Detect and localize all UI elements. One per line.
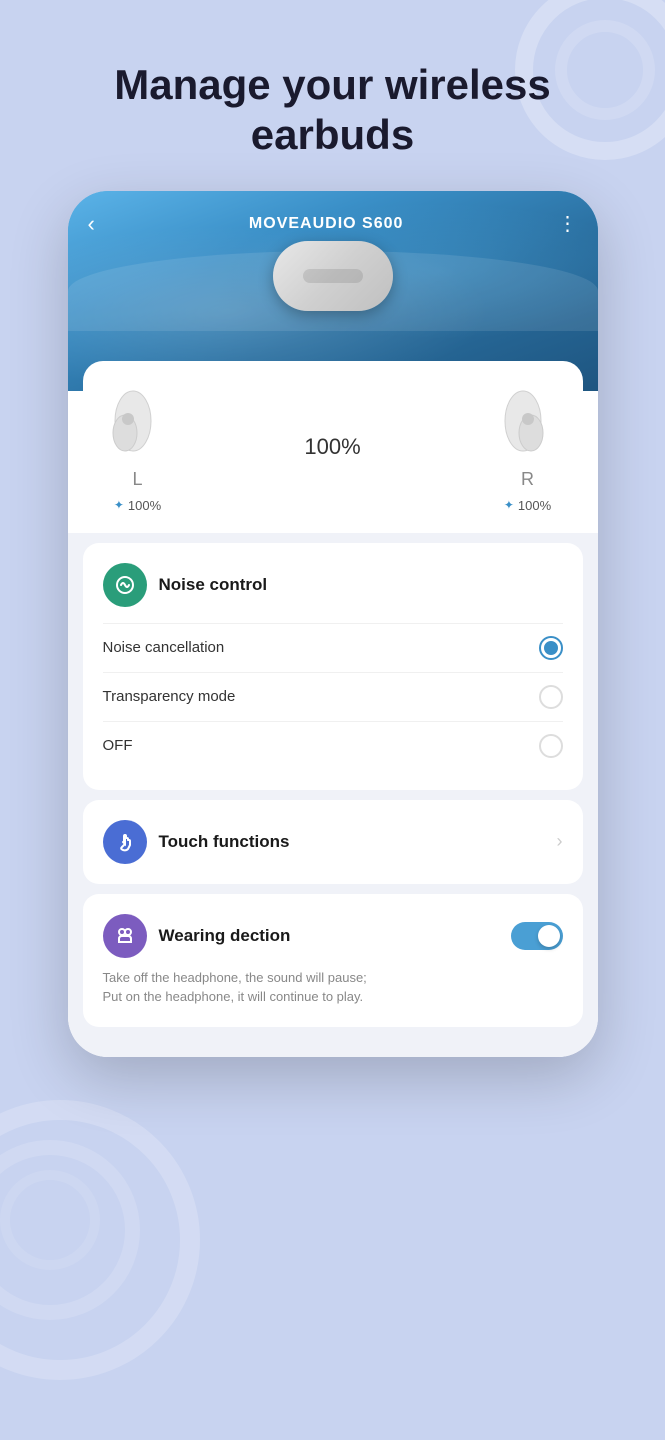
- wearing-detection-card: Wearing dection Take off the headphone, …: [83, 894, 583, 1027]
- noise-cancellation-label: Noise cancellation: [103, 639, 225, 656]
- wearing-icon-svg: [114, 925, 136, 947]
- back-button[interactable]: ‹: [88, 211, 95, 237]
- earbuds-case: [268, 241, 398, 331]
- touch-functions-icon: [103, 820, 147, 864]
- wearing-detection-icon: [103, 914, 147, 958]
- title-section: Manage your wireless earbuds: [0, 0, 665, 191]
- radio-off[interactable]: OFF: [103, 721, 563, 770]
- noise-control-card: Noise control Noise cancellation Transpa…: [83, 543, 583, 790]
- touch-functions-left: Touch functions: [103, 820, 290, 864]
- left-label: L: [132, 469, 142, 490]
- touch-icon-svg: [114, 831, 136, 853]
- menu-button[interactable]: ⋮: [558, 211, 578, 236]
- noise-icon-svg: [114, 574, 136, 596]
- right-earbud-svg: [493, 381, 553, 461]
- wearing-detection-left: Wearing dection: [103, 914, 291, 958]
- center-battery: 100%: [304, 434, 360, 460]
- transparency-label: Transparency mode: [103, 688, 236, 705]
- radio-transparency[interactable]: Transparency mode: [103, 672, 563, 721]
- wearing-detection-title: Wearing dection: [159, 926, 291, 946]
- wearing-detection-header: Wearing dection: [103, 914, 563, 958]
- page-title: Manage your wireless earbuds: [40, 60, 625, 161]
- off-label: OFF: [103, 737, 133, 754]
- touch-functions-card[interactable]: Touch functions ›: [83, 800, 583, 884]
- left-earbud-svg: [103, 381, 163, 461]
- toggle-knob: [538, 925, 560, 947]
- bluetooth-icon-left: ✦: [114, 498, 124, 512]
- left-earbud-item: L ✦ 100%: [103, 381, 173, 513]
- wearing-detection-description: Take off the headphone, the sound will p…: [103, 968, 563, 1007]
- noise-control-title: Noise control: [159, 575, 268, 595]
- earbuds-card: L ✦ 100% 100% R ✦ 100%: [83, 361, 583, 533]
- device-name-header: MOVEAUDIO S600: [249, 215, 403, 233]
- right-label: R: [521, 469, 534, 490]
- radio-circle-transparency[interactable]: [539, 685, 563, 709]
- right-battery: ✦ 100%: [504, 498, 551, 513]
- touch-functions-title: Touch functions: [159, 832, 290, 852]
- radio-noise-cancellation[interactable]: Noise cancellation: [103, 623, 563, 672]
- bg-arc-4: [0, 1140, 140, 1320]
- left-earbud-image: [103, 381, 173, 461]
- header-nav: ‹ MOVEAUDIO S600 ⋮: [68, 191, 598, 247]
- radio-circle-off[interactable]: [539, 734, 563, 758]
- phone-content: Noise control Noise cancellation Transpa…: [68, 533, 598, 1057]
- left-battery: ✦ 100%: [114, 498, 161, 513]
- touch-functions-row[interactable]: Touch functions ›: [103, 820, 563, 864]
- bg-arc-3: [0, 1100, 200, 1380]
- case-body: [273, 241, 393, 311]
- bluetooth-icon-right: ✦: [504, 498, 514, 512]
- bg-arc-5: [0, 1170, 100, 1270]
- wearing-detection-toggle[interactable]: [511, 922, 563, 950]
- noise-control-header: Noise control: [103, 563, 563, 607]
- right-earbud-image: [493, 381, 563, 461]
- phone-mockup: ‹ MOVEAUDIO S600 ⋮ L ✦ 100%: [68, 191, 598, 1057]
- chevron-right-icon: ›: [557, 831, 563, 852]
- radio-circle-noise-cancellation[interactable]: [539, 636, 563, 660]
- right-earbud-item: R ✦ 100%: [493, 381, 563, 513]
- noise-control-icon: [103, 563, 147, 607]
